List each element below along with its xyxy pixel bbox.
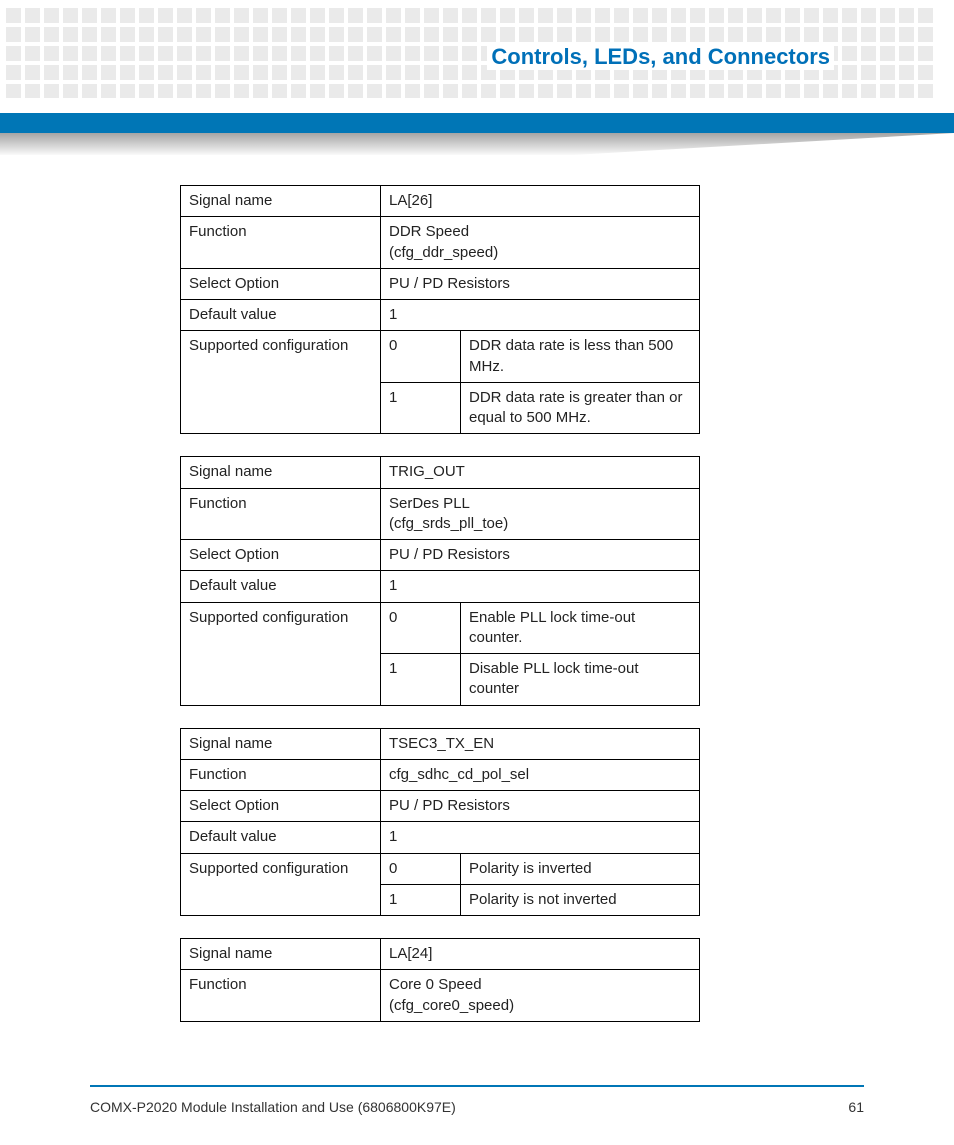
table-row: Default value 1 — [181, 571, 700, 602]
row-label: Supported configuration — [181, 853, 381, 916]
row-label: Signal name — [181, 939, 381, 970]
row-value: PU / PD Resistors — [381, 540, 700, 571]
header-wedge — [0, 133, 954, 155]
config-table-3: Signal name TSEC3_TX_EN Function cfg_sdh… — [180, 728, 700, 917]
row-label: Signal name — [181, 186, 381, 217]
row-label: Function — [181, 759, 381, 790]
section-title: Controls, LEDs, and Connectors — [487, 44, 834, 70]
row-value: PU / PD Resistors — [381, 791, 700, 822]
table-row: Select Option PU / PD Resistors — [181, 791, 700, 822]
function-subtext: (cfg_ddr_speed) — [389, 244, 498, 261]
header-blue-bar — [0, 113, 954, 133]
footer-rule — [90, 1085, 864, 1087]
table-row: Signal name TRIG_OUT — [181, 457, 700, 488]
config-table-4: Signal name LA[24] Function Core 0 Speed… — [180, 938, 700, 1022]
row-label: Select Option — [181, 540, 381, 571]
row-label: Function — [181, 217, 381, 269]
row-value: 1 — [381, 571, 700, 602]
config-table-2: Signal name TRIG_OUT Function SerDes PLL… — [180, 456, 700, 705]
row-value: TSEC3_TX_EN — [381, 728, 700, 759]
row-value: cfg_sdhc_cd_pol_sel — [381, 759, 700, 790]
row-value: PU / PD Resistors — [381, 268, 700, 299]
function-text: Core 0 Speed — [389, 976, 482, 993]
function-text: DDR Speed — [389, 223, 469, 240]
row-label: Default value — [181, 571, 381, 602]
row-label: Default value — [181, 300, 381, 331]
config-code: 1 — [381, 884, 461, 915]
config-desc: Disable PLL lock time-out counter — [461, 654, 700, 706]
config-code: 1 — [381, 382, 461, 434]
content-area: Signal name LA[26] Function DDR Speed (c… — [180, 185, 700, 1044]
config-code: 0 — [381, 853, 461, 884]
row-label: Function — [181, 970, 381, 1022]
footer-doc-title: COMX-P2020 Module Installation and Use (… — [90, 1099, 456, 1115]
row-value: LA[26] — [381, 186, 700, 217]
config-desc: Polarity is not inverted — [461, 884, 700, 915]
config-code: 0 — [381, 331, 461, 383]
table-row: Function cfg_sdhc_cd_pol_sel — [181, 759, 700, 790]
row-label: Select Option — [181, 791, 381, 822]
row-value: LA[24] — [381, 939, 700, 970]
table-row: Signal name TSEC3_TX_EN — [181, 728, 700, 759]
table-row: Default value 1 — [181, 300, 700, 331]
row-label: Select Option — [181, 268, 381, 299]
row-value: TRIG_OUT — [381, 457, 700, 488]
footer: COMX-P2020 Module Installation and Use (… — [90, 1099, 864, 1115]
table-row: Supported configuration 0 Polarity is in… — [181, 853, 700, 884]
table-row: Function Core 0 Speed (cfg_core0_speed) — [181, 970, 700, 1022]
function-subtext: (cfg_srds_pll_toe) — [389, 515, 508, 532]
config-desc: Polarity is inverted — [461, 853, 700, 884]
config-table-1: Signal name LA[26] Function DDR Speed (c… — [180, 185, 700, 434]
row-label: Default value — [181, 822, 381, 853]
config-code: 1 — [381, 654, 461, 706]
row-value: 1 — [381, 822, 700, 853]
row-value: DDR Speed (cfg_ddr_speed) — [381, 217, 700, 269]
config-desc: DDR data rate is greater than or equal t… — [461, 382, 700, 434]
config-code: 0 — [381, 602, 461, 654]
row-label: Supported configuration — [181, 602, 381, 705]
function-subtext: (cfg_core0_speed) — [389, 997, 514, 1014]
row-value: 1 — [381, 300, 700, 331]
table-row: Select Option PU / PD Resistors — [181, 268, 700, 299]
table-row: Supported configuration 0 DDR data rate … — [181, 331, 700, 383]
table-row: Function SerDes PLL (cfg_srds_pll_toe) — [181, 488, 700, 540]
row-label: Signal name — [181, 728, 381, 759]
row-label: Function — [181, 488, 381, 540]
config-desc: Enable PLL lock time-out counter. — [461, 602, 700, 654]
row-value: Core 0 Speed (cfg_core0_speed) — [381, 970, 700, 1022]
config-desc: DDR data rate is less than 500 MHz. — [461, 331, 700, 383]
footer-page-number: 61 — [848, 1099, 864, 1115]
table-row: Supported configuration 0 Enable PLL loc… — [181, 602, 700, 654]
table-row: Signal name LA[26] — [181, 186, 700, 217]
function-text: SerDes PLL — [389, 495, 470, 512]
table-row: Function DDR Speed (cfg_ddr_speed) — [181, 217, 700, 269]
row-value: SerDes PLL (cfg_srds_pll_toe) — [381, 488, 700, 540]
table-row: Signal name LA[24] — [181, 939, 700, 970]
row-label: Supported configuration — [181, 331, 381, 434]
table-row: Default value 1 — [181, 822, 700, 853]
row-label: Signal name — [181, 457, 381, 488]
table-row: Select Option PU / PD Resistors — [181, 540, 700, 571]
